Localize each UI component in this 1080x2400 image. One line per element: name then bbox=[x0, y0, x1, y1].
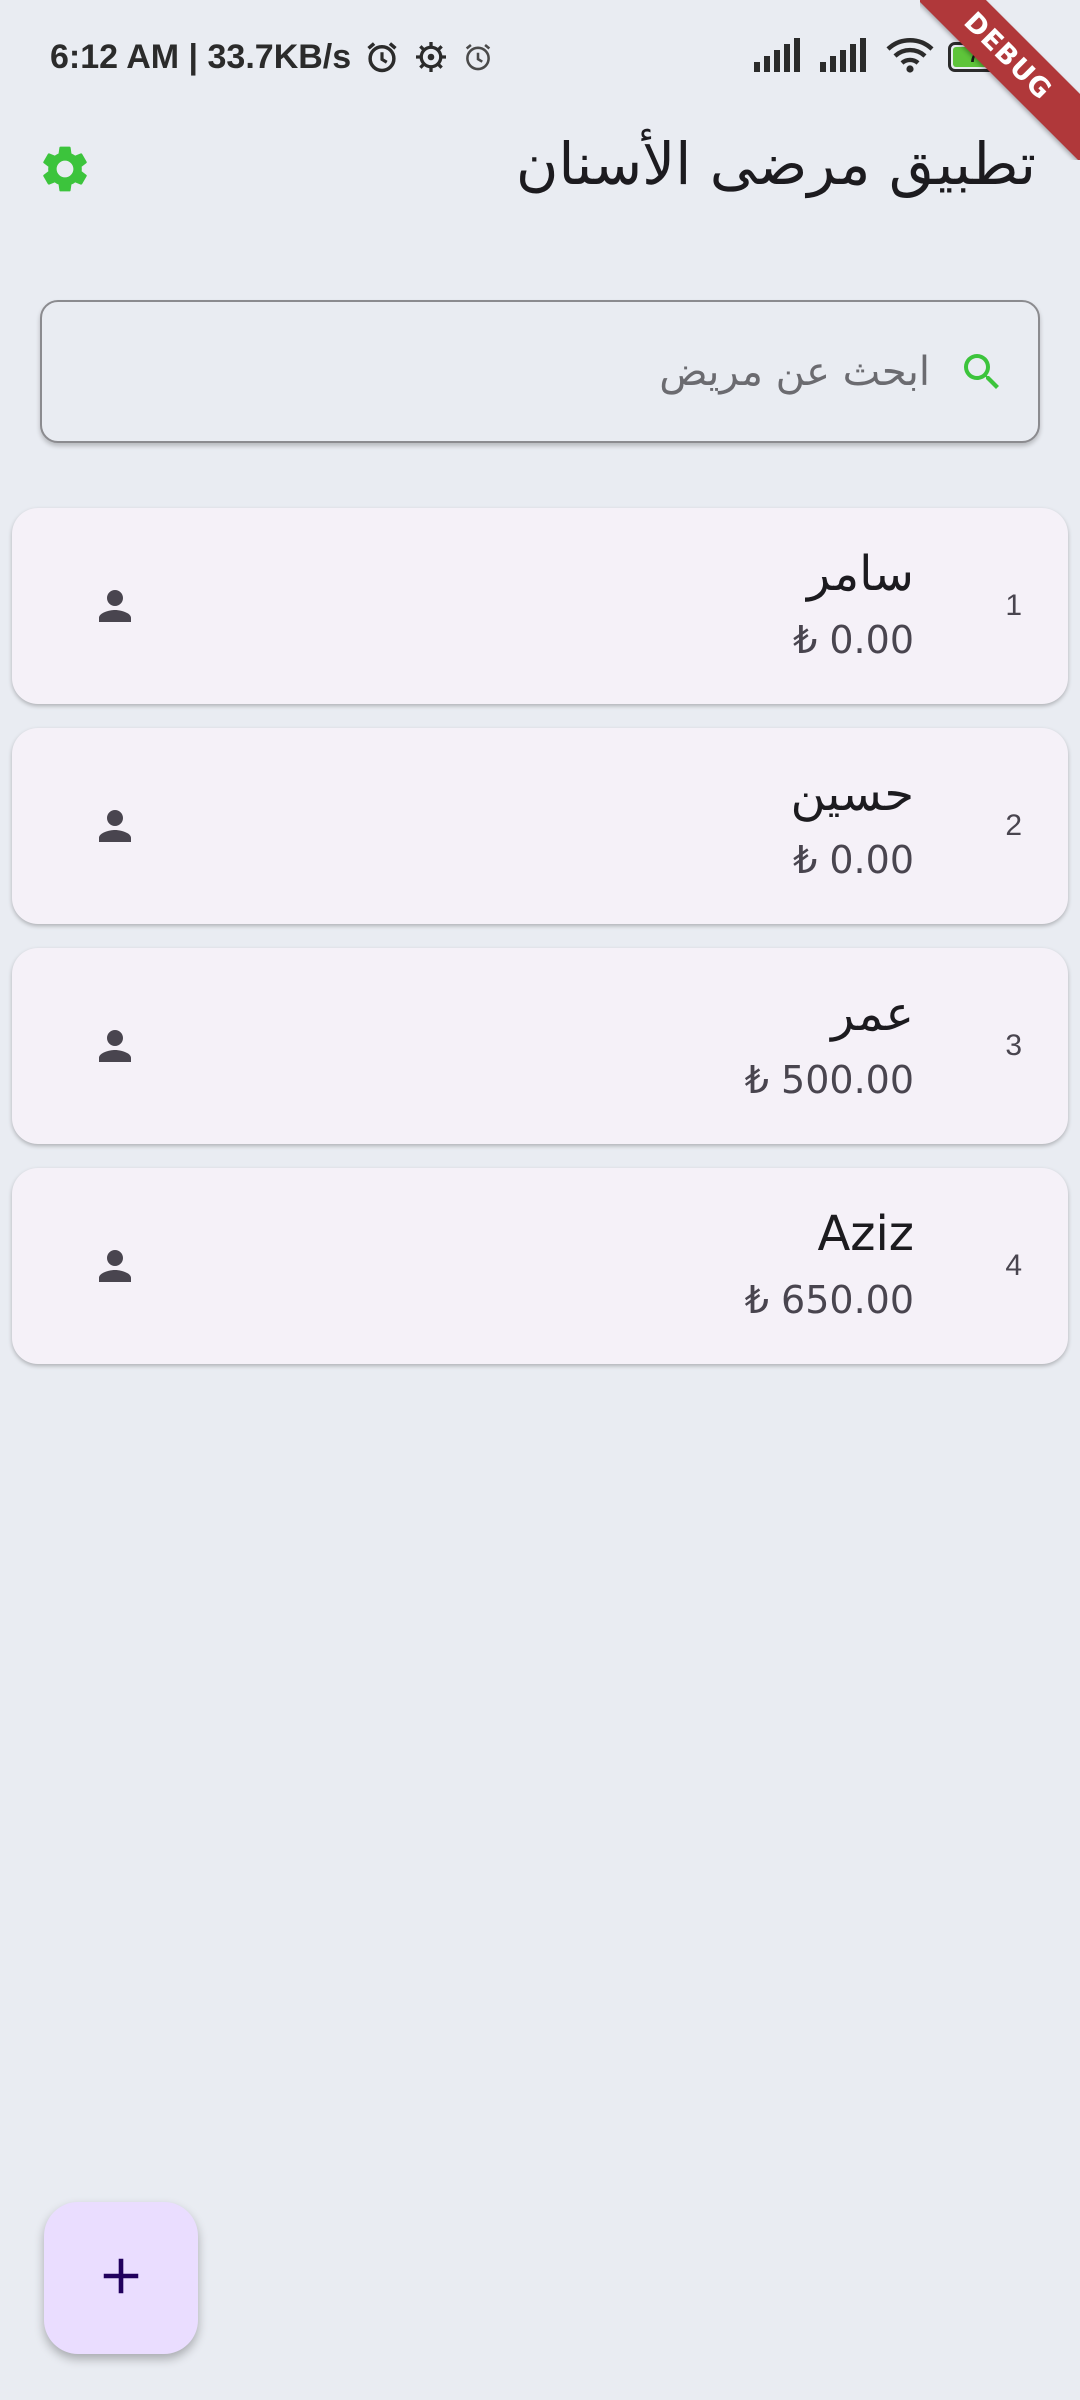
person-icon bbox=[82, 948, 148, 1144]
settings-button[interactable] bbox=[30, 136, 100, 206]
patient-name: عمر bbox=[831, 986, 914, 1042]
person-icon bbox=[82, 508, 148, 704]
patient-name: سامر bbox=[806, 546, 914, 602]
patient-name: حسين bbox=[790, 766, 914, 822]
patient-name: Aziz bbox=[817, 1206, 914, 1262]
alarm-icon bbox=[363, 38, 401, 76]
status-bar: 6:12 AM | 33.7KB/s 76 bbox=[0, 0, 1080, 110]
patient-amount: ₺ 0.00 bbox=[793, 618, 914, 662]
patient-index: 2 bbox=[1005, 809, 1022, 842]
alarm-outline-icon bbox=[461, 40, 495, 74]
add-icon bbox=[98, 2253, 144, 2303]
search-box[interactable] bbox=[40, 300, 1040, 443]
gear-icon bbox=[37, 141, 93, 201]
patient-card[interactable]: 4 Aziz ₺ 650.00 bbox=[12, 1168, 1068, 1364]
patient-card[interactable]: 2 حسين ₺ 0.00 bbox=[12, 728, 1068, 924]
add-patient-button[interactable] bbox=[44, 2202, 198, 2354]
signal-icon bbox=[754, 38, 806, 76]
patient-card[interactable]: 1 سامر ₺ 0.00 bbox=[12, 508, 1068, 704]
patient-index: 1 bbox=[1005, 589, 1022, 622]
search-input[interactable] bbox=[42, 302, 956, 441]
search-icon bbox=[956, 346, 1008, 398]
patient-index: 3 bbox=[1005, 1029, 1022, 1062]
person-icon bbox=[82, 1168, 148, 1364]
patient-amount: ₺ 650.00 bbox=[744, 1278, 914, 1322]
status-left: 6:12 AM | 33.7KB/s bbox=[50, 34, 495, 80]
patient-amount: ₺ 0.00 bbox=[793, 838, 914, 882]
patient-index: 4 bbox=[1005, 1249, 1022, 1282]
patient-card[interactable]: 3 عمر ₺ 500.00 bbox=[12, 948, 1068, 1144]
page-title: تطبيق مرضى الأسنان bbox=[515, 130, 1036, 198]
person-icon bbox=[82, 728, 148, 924]
patient-amount: ₺ 500.00 bbox=[744, 1058, 914, 1102]
cog-status-icon bbox=[413, 39, 449, 75]
signal-2-icon bbox=[820, 38, 872, 76]
status-time-speed: 6:12 AM | 33.7KB/s bbox=[50, 37, 352, 76]
